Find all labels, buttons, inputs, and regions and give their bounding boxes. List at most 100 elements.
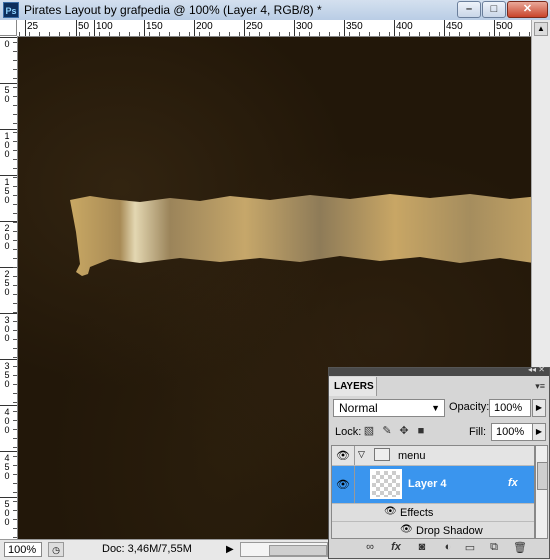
ruler-minor-tick bbox=[13, 141, 17, 142]
visibility-eye-icon[interactable]: 👁 bbox=[335, 449, 351, 462]
collapse-icon[interactable]: ◂◂ ✕ bbox=[528, 365, 545, 374]
opacity-label: Opacity: bbox=[449, 401, 490, 413]
ruler-minor-tick bbox=[13, 447, 17, 448]
maximize-icon: □ bbox=[490, 3, 498, 15]
ruler-tick-label: 300 bbox=[4, 315, 10, 343]
new-layer-icon[interactable]: ⧉ bbox=[487, 541, 501, 554]
layer-group-row[interactable]: 👁 ▽ menu bbox=[332, 446, 534, 466]
opacity-field[interactable]: 100% bbox=[489, 399, 531, 417]
status-menu-arrow-icon[interactable]: ▶ bbox=[226, 544, 234, 555]
ruler-tick bbox=[394, 20, 395, 36]
zoom-field[interactable]: 100% bbox=[4, 542, 42, 557]
ruler-minor-tick bbox=[13, 204, 17, 205]
ruler-minor-tick bbox=[189, 32, 190, 36]
vertical-ruler[interactable]: 0 50 100 150 200 250 300 350 400 450 500 bbox=[0, 36, 18, 539]
link-icon[interactable]: ∞ bbox=[363, 541, 377, 553]
ruler-minor-tick bbox=[429, 32, 430, 36]
layer-row-selected[interactable]: 👁 Layer 4 fx bbox=[332, 466, 534, 504]
ruler-minor-tick bbox=[13, 114, 17, 115]
ruler-minor-tick bbox=[419, 32, 420, 36]
minimize-button[interactable]: – bbox=[457, 1, 481, 18]
ruler-tick bbox=[294, 20, 295, 36]
tab-layers[interactable]: LAYERS bbox=[329, 377, 377, 396]
visibility-eye-icon[interactable]: 👁 bbox=[335, 478, 351, 491]
ruler-minor-tick bbox=[13, 123, 17, 124]
ruler-minor-tick bbox=[13, 195, 17, 196]
ruler-tick-label: 250 bbox=[246, 21, 263, 32]
ruler-minor-tick bbox=[409, 32, 410, 36]
ruler-origin[interactable] bbox=[0, 20, 17, 36]
ruler-tick bbox=[194, 20, 195, 36]
document-title: Pirates Layout by grafpedia @ 100% (Laye… bbox=[24, 3, 322, 17]
folder-icon[interactable]: ▭ bbox=[463, 541, 477, 554]
ruler-minor-tick bbox=[179, 32, 180, 36]
status-info-icon[interactable]: ◷ bbox=[48, 542, 64, 557]
close-icon: ✕ bbox=[522, 3, 533, 15]
ruler-minor-tick bbox=[99, 32, 100, 36]
ruler-minor-tick bbox=[13, 87, 17, 88]
ruler-tick-label: 450 bbox=[4, 453, 10, 481]
layers-scrollbar[interactable] bbox=[535, 445, 548, 539]
ruler-minor-tick bbox=[109, 32, 110, 36]
lock-all-icon[interactable]: ■ bbox=[415, 425, 427, 437]
fill-field[interactable]: 100% bbox=[491, 423, 533, 441]
panel-header-strip[interactable]: ◂◂ ✕ bbox=[329, 365, 549, 376]
ruler-minor-tick bbox=[13, 276, 17, 277]
layer-thumbnail bbox=[370, 469, 402, 499]
ruler-minor-tick bbox=[13, 294, 17, 295]
drop-shadow-eye-icon[interactable]: 👁 bbox=[400, 524, 413, 535]
ruler-minor-tick bbox=[129, 32, 130, 36]
lock-pixels-icon[interactable]: ✎ bbox=[381, 425, 393, 437]
opacity-slider-arrow-icon[interactable]: ▶ bbox=[532, 399, 546, 417]
lock-position-icon[interactable]: ✥ bbox=[398, 425, 410, 437]
ruler-minor-tick bbox=[13, 249, 17, 250]
ruler-minor-tick bbox=[13, 501, 17, 502]
ruler-tick-label: 25 bbox=[27, 21, 39, 32]
fx-icon[interactable]: fx bbox=[508, 477, 518, 489]
ruler-minor-tick bbox=[13, 465, 17, 466]
expand-triangle-icon[interactable]: ▽ bbox=[358, 449, 365, 460]
ruler-minor-tick bbox=[13, 213, 17, 214]
layers-panel: ◂◂ ✕ LAYERS ▾≡ Normal ▼ Opacity: 100% ▶ … bbox=[328, 365, 550, 559]
ruler-minor-tick bbox=[289, 32, 290, 36]
ruler-minor-tick bbox=[249, 32, 250, 36]
ruler-minor-tick bbox=[13, 321, 17, 322]
ruler-tick bbox=[0, 83, 17, 84]
ruler-minor-tick bbox=[13, 285, 17, 286]
ruler-tick-label: 200 bbox=[196, 21, 213, 32]
effects-eye-icon[interactable]: 👁 bbox=[384, 506, 397, 517]
scroll-up-icon[interactable]: ▲ bbox=[534, 22, 548, 36]
trash-icon[interactable]: 🗑 bbox=[513, 541, 527, 554]
document-size: Doc: 3,46M/7,55M bbox=[102, 543, 192, 555]
fill-slider-arrow-icon[interactable]: ▶ bbox=[532, 423, 546, 441]
ruler-minor-tick bbox=[479, 32, 480, 36]
horizontal-ruler[interactable]: 25 50 100 150 200 250 300 350 400 450 500 bbox=[17, 20, 531, 37]
drop-shadow-row[interactable]: 👁 Drop Shadow bbox=[332, 522, 534, 538]
maximize-button[interactable]: □ bbox=[482, 1, 506, 18]
layers-scroll-thumb[interactable] bbox=[537, 462, 548, 490]
ruler-minor-tick bbox=[159, 32, 160, 36]
ruler-minor-tick bbox=[389, 32, 390, 36]
ruler-minor-tick bbox=[359, 32, 360, 36]
adjustment-icon[interactable]: ◐ bbox=[441, 541, 455, 553]
panel-menu-icon[interactable]: ▾≡ bbox=[535, 381, 545, 392]
ruler-minor-tick bbox=[13, 384, 17, 385]
mask-icon[interactable]: ◙ bbox=[415, 541, 429, 553]
close-button[interactable]: ✕ bbox=[507, 1, 548, 18]
ruler-minor-tick bbox=[13, 258, 17, 259]
horizontal-scrollbar[interactable] bbox=[240, 542, 328, 557]
ruler-minor-tick bbox=[13, 69, 17, 70]
lock-transparency-icon[interactable]: ▧ bbox=[363, 425, 375, 437]
ruler-minor-tick bbox=[13, 42, 17, 43]
ruler-minor-tick bbox=[509, 32, 510, 36]
lock-label: Lock: bbox=[335, 426, 362, 438]
fx-icon[interactable]: fx bbox=[389, 541, 403, 553]
ruler-minor-tick bbox=[13, 483, 17, 484]
scroll-thumb[interactable] bbox=[269, 545, 327, 556]
blend-mode-select[interactable]: Normal ▼ bbox=[333, 399, 445, 417]
ruler-minor-tick bbox=[49, 32, 50, 36]
ruler-tick-label: 100 bbox=[96, 21, 113, 32]
effects-row[interactable]: 👁 Effects bbox=[332, 504, 534, 522]
ruler-minor-tick bbox=[13, 267, 17, 268]
ruler-minor-tick bbox=[439, 32, 440, 36]
